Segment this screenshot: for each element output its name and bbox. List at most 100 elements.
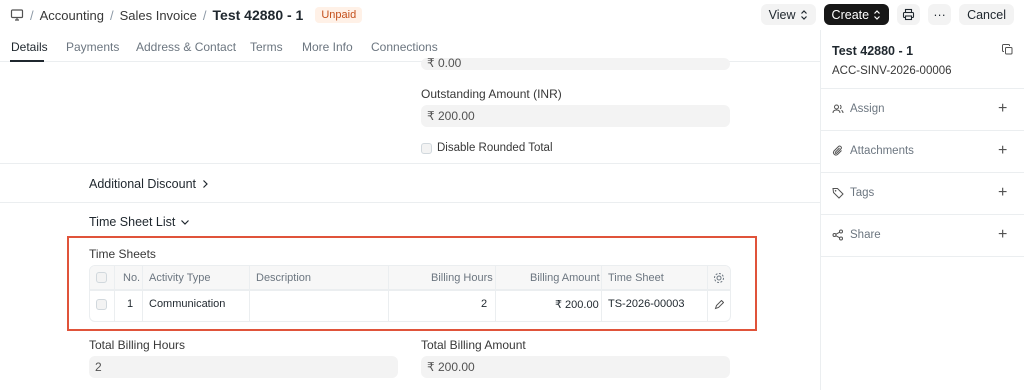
- column-divider: [142, 266, 143, 321]
- outstanding-amount-field[interactable]: ₹ 200.00: [421, 105, 730, 127]
- tab-details[interactable]: Details: [11, 40, 48, 54]
- total-billing-hours-field[interactable]: 2: [89, 356, 398, 378]
- more-icon: ···: [933, 7, 946, 22]
- column-header: Billing Amount: [530, 272, 600, 284]
- outstanding-amount-label: Outstanding Amount (INR): [421, 87, 562, 101]
- sidebar-title: Test 42880 - 1: [832, 44, 914, 58]
- sidebar-item-attachments[interactable]: Attachments: [832, 145, 914, 157]
- print-button[interactable]: [897, 4, 921, 25]
- more-button[interactable]: ···: [928, 4, 952, 25]
- select-all-checkbox[interactable]: [96, 272, 107, 283]
- paperclip-icon: [833, 145, 842, 156]
- sidebar-divider: [820, 30, 821, 390]
- total-billing-amount-field[interactable]: ₹ 200.00: [421, 356, 730, 378]
- time-sheet-cell[interactable]: TS-2026-00003: [608, 298, 684, 310]
- add-assign-icon[interactable]: +: [998, 100, 1007, 118]
- breadcrumb-doctype[interactable]: Sales Invoice: [120, 8, 197, 23]
- sidebar-item-label: Attachments: [850, 145, 914, 157]
- disable-rounded-total-label: Disable Rounded Total: [437, 142, 553, 154]
- column-header: Description: [256, 272, 312, 284]
- cancel-button-label: Cancel: [967, 7, 1006, 22]
- column-divider: [495, 266, 496, 321]
- view-button-label: View: [768, 7, 796, 22]
- row-checkbox[interactable]: [96, 299, 107, 310]
- sidebar-item-label: Tags: [850, 187, 875, 199]
- column-header: No.: [123, 272, 141, 284]
- section-divider: [0, 202, 820, 203]
- cancel-button[interactable]: Cancel: [959, 4, 1014, 25]
- column-header: Billing Hours: [431, 272, 493, 284]
- copy-icon[interactable]: [1002, 44, 1013, 55]
- top-bar: / Accounting / Sales Invoice / Test 4288…: [0, 0, 1024, 30]
- sidebar-divider-line: [821, 130, 1024, 131]
- additional-discount-section[interactable]: Additional Discount: [89, 177, 209, 191]
- add-share-icon[interactable]: +: [998, 226, 1007, 244]
- additional-discount-title: Additional Discount: [89, 177, 197, 191]
- column-divider: [388, 266, 389, 321]
- breadcrumb: / Accounting / Sales Invoice / Test 4288…: [10, 7, 363, 23]
- time-sheets-label: Time Sheets: [89, 247, 156, 261]
- add-attachment-icon[interactable]: +: [998, 142, 1007, 160]
- document-name: ACC-SINV-2026-00006: [832, 65, 952, 77]
- edit-pencil-icon[interactable]: [714, 300, 724, 310]
- column-divider: [601, 266, 602, 321]
- total-billing-amount-label: Total Billing Amount: [421, 338, 526, 352]
- total-billing-amount-value: ₹ 200.00: [427, 360, 475, 374]
- sidebar-divider-line: [821, 88, 1024, 89]
- time-sheet-list-title: Time Sheet List: [89, 215, 176, 229]
- breadcrumb-module[interactable]: Accounting: [40, 8, 104, 23]
- sidebar-divider-line: [821, 172, 1024, 173]
- outstanding-amount-value: ₹ 200.00: [427, 109, 475, 123]
- sidebar-divider-line: [821, 256, 1024, 257]
- disable-rounded-total-checkbox[interactable]: [421, 143, 432, 154]
- settings-gear-icon[interactable]: [713, 272, 725, 284]
- time-sheet-list-section[interactable]: Time Sheet List: [89, 215, 190, 229]
- sidebar-item-label: Assign: [850, 103, 885, 115]
- tab-more-info[interactable]: More Info: [302, 40, 353, 54]
- create-button[interactable]: Create: [823, 4, 890, 25]
- tab-terms[interactable]: Terms: [250, 40, 283, 54]
- time-sheets-table: No. Activity Type Description Billing Ho…: [89, 265, 731, 322]
- partial-amount-value: ₹ 0.00: [427, 58, 462, 70]
- select-arrows-icon: [800, 9, 807, 20]
- sidebar-item-assign[interactable]: Assign: [832, 103, 885, 115]
- column-header: Time Sheet: [608, 272, 664, 284]
- section-divider: [0, 163, 820, 164]
- share-icon: [832, 229, 843, 241]
- column-header: Activity Type: [149, 272, 211, 284]
- table-header: No. Activity Type Description Billing Ho…: [90, 266, 730, 290]
- partial-amount-field[interactable]: ₹ 0.00: [421, 58, 730, 70]
- sidebar-item-share[interactable]: Share: [832, 229, 881, 241]
- column-divider: [707, 266, 708, 321]
- monitor-icon[interactable]: [10, 8, 24, 22]
- billing-amount-cell[interactable]: ₹ 200.00: [555, 298, 599, 311]
- create-button-label: Create: [831, 7, 870, 22]
- tab-connections[interactable]: Connections: [371, 40, 438, 54]
- printer-icon: [903, 8, 915, 21]
- add-tag-icon[interactable]: +: [998, 184, 1007, 202]
- activity-type-cell[interactable]: Communication: [149, 298, 225, 310]
- status-badge: Unpaid: [315, 7, 363, 23]
- breadcrumb-separator: /: [202, 7, 207, 23]
- column-divider: [249, 266, 250, 321]
- total-billing-hours-label: Total Billing Hours: [89, 338, 186, 352]
- row-divider: [90, 290, 730, 291]
- sidebar-item-label: Share: [850, 229, 881, 241]
- tab-payments[interactable]: Payments: [66, 40, 119, 54]
- breadcrumb-separator: /: [109, 7, 114, 23]
- tab-address-contact[interactable]: Address & Contact: [136, 40, 236, 54]
- select-arrows-icon: [874, 9, 881, 20]
- column-divider: [114, 266, 115, 321]
- view-button[interactable]: View: [760, 4, 816, 25]
- chevron-down-icon: [181, 220, 190, 225]
- users-icon: [832, 104, 844, 114]
- tag-icon: [832, 188, 844, 199]
- sidebar-divider-line: [821, 214, 1024, 215]
- sidebar-item-tags[interactable]: Tags: [832, 187, 874, 199]
- active-tab-indicator: [10, 60, 44, 62]
- chevron-right-icon: [203, 180, 208, 188]
- total-billing-hours-value: 2: [95, 360, 102, 374]
- billing-hours-cell[interactable]: 2: [481, 298, 487, 310]
- row-number: 1: [127, 298, 134, 310]
- breadcrumb-separator: /: [30, 7, 34, 23]
